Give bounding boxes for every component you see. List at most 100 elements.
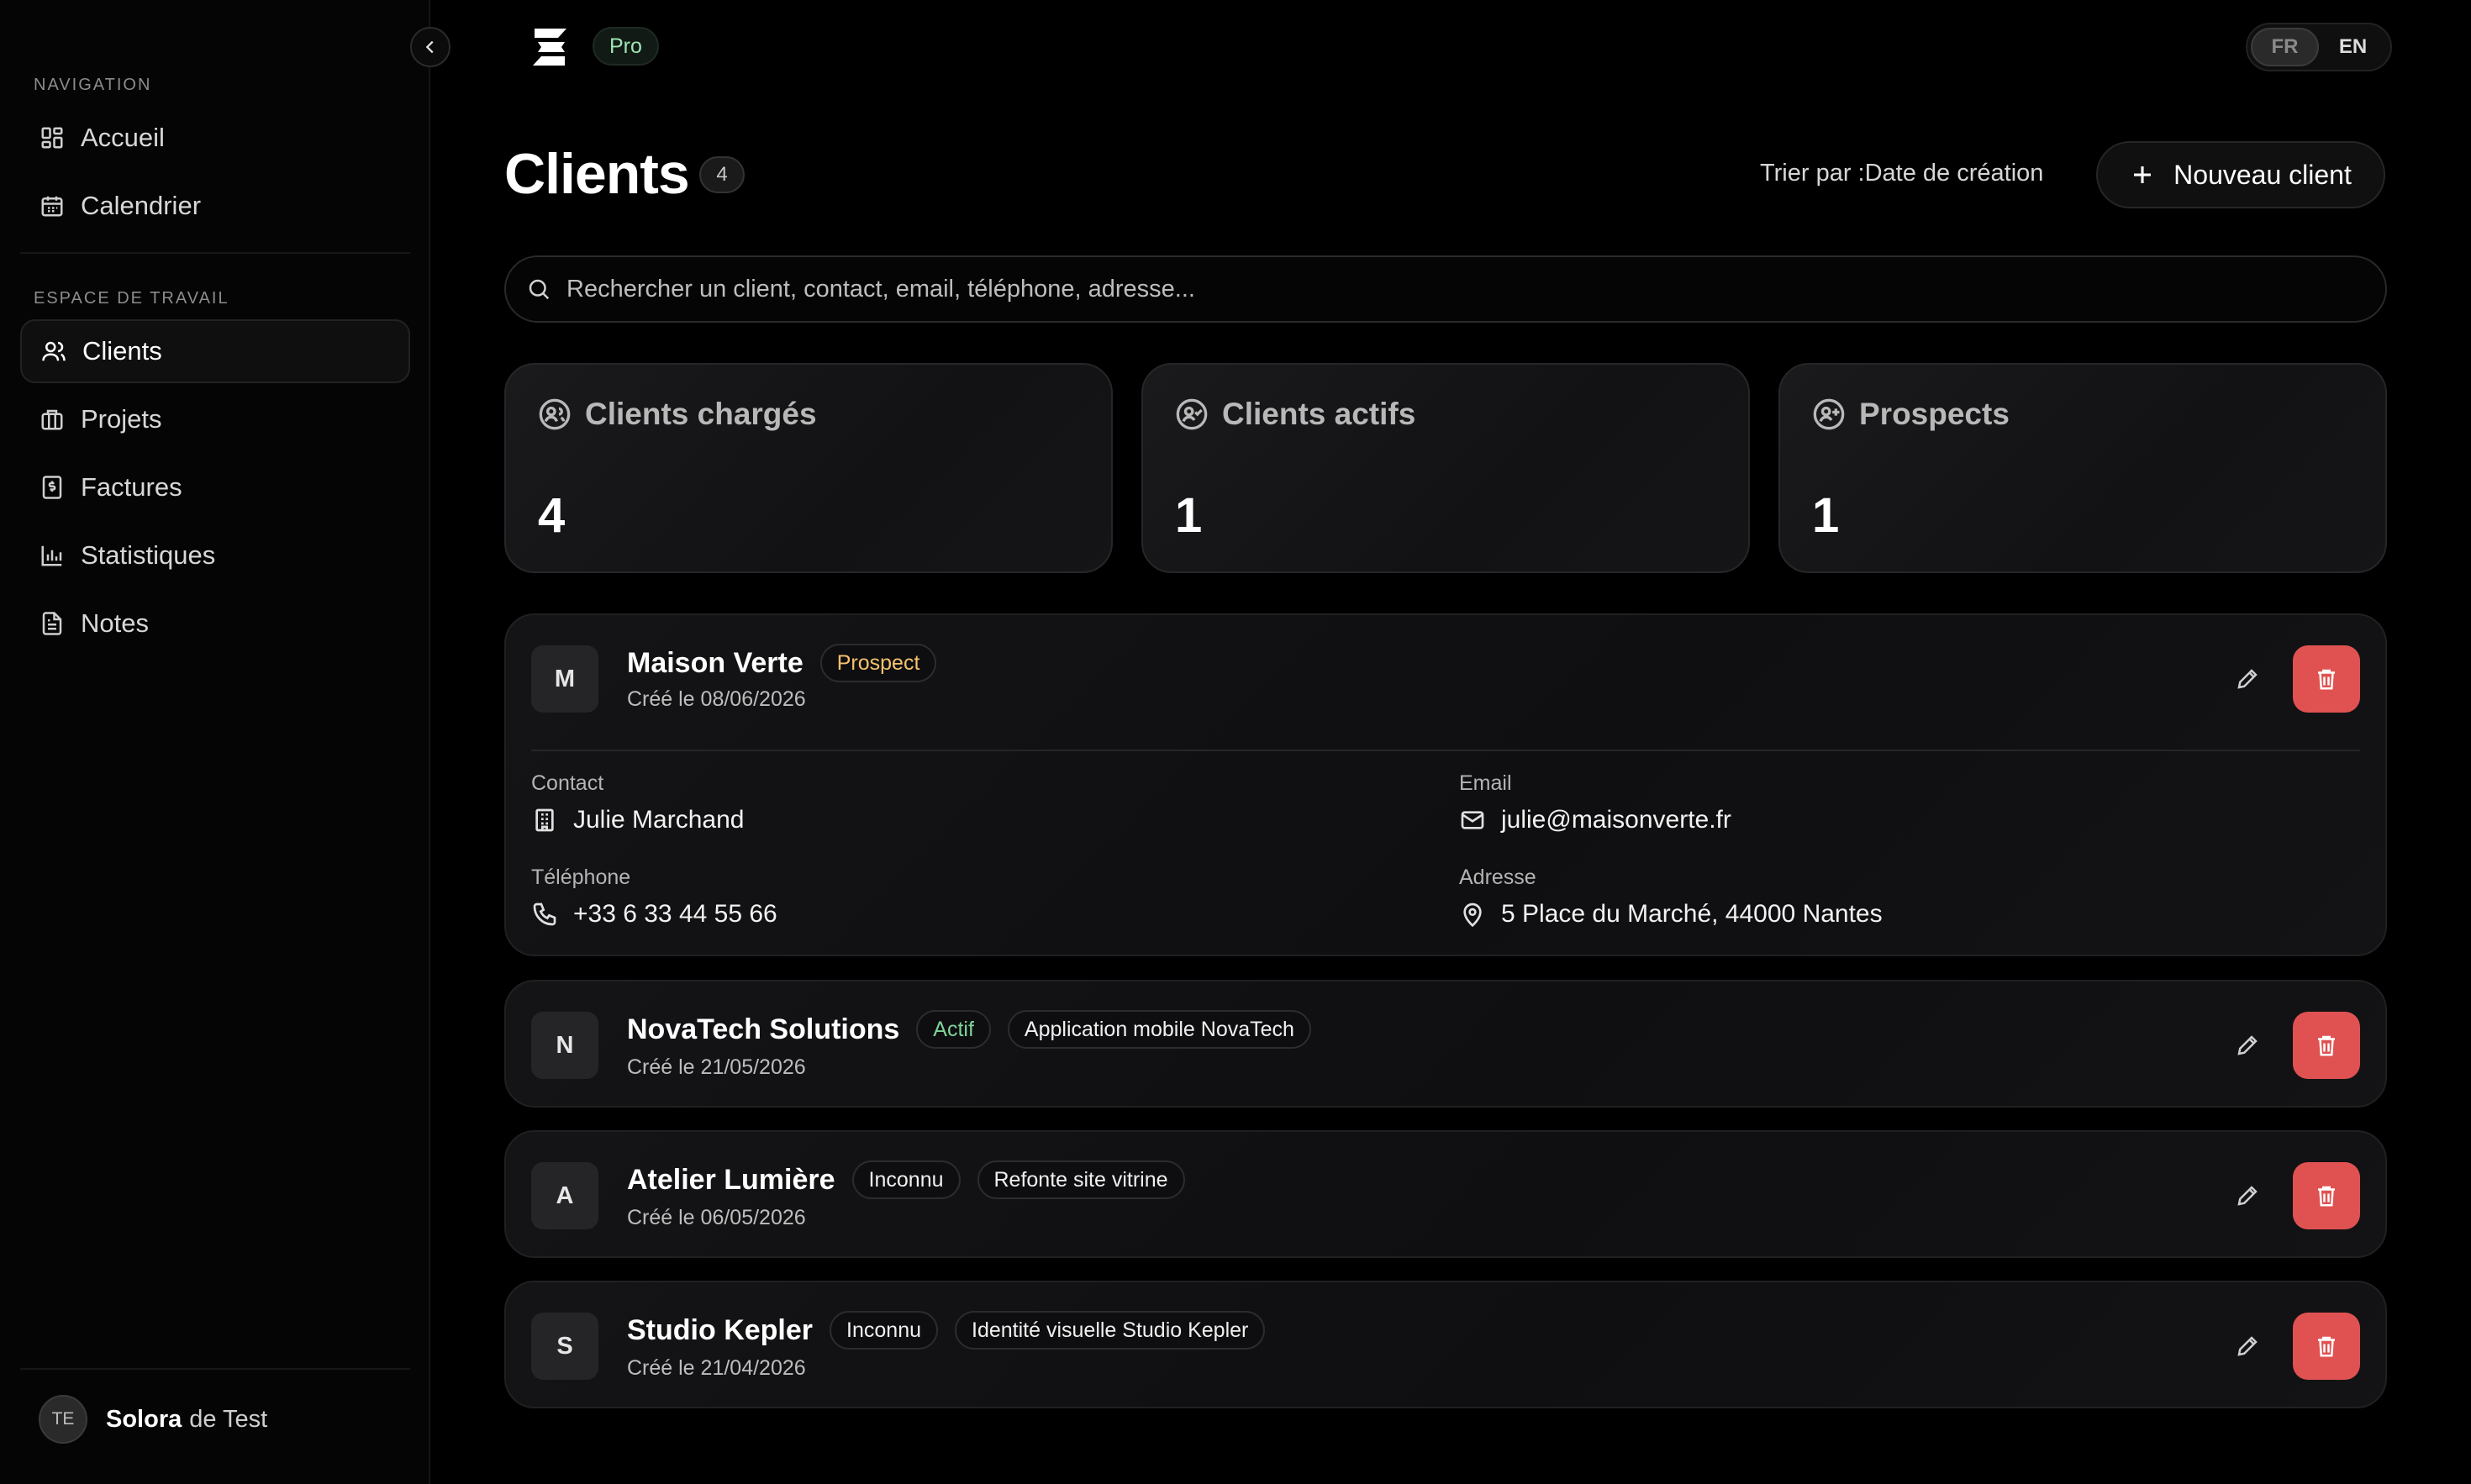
note-icon — [39, 610, 66, 637]
detail-email: Email julie@maisonverte.fr — [1459, 771, 1731, 834]
sidebar-item-clients[interactable]: Clients — [20, 319, 410, 383]
trash-icon — [2314, 1334, 2339, 1359]
client-card-atelier-lumiere[interactable]: A Atelier Lumière Inconnu Refonte site v… — [504, 1130, 2387, 1258]
pencil-icon — [2235, 1334, 2260, 1359]
delete-button[interactable] — [2293, 1162, 2360, 1229]
sidebar-divider — [20, 252, 410, 254]
status-badge: Actif — [916, 1010, 991, 1049]
client-avatar: M — [531, 645, 598, 713]
stat-label: Clients actifs — [1222, 397, 1416, 431]
stat-label: Prospects — [1859, 397, 2010, 431]
pencil-icon — [2235, 1033, 2260, 1058]
search-input[interactable] — [566, 275, 2385, 303]
new-client-label: Nouveau client — [2173, 159, 2352, 190]
client-name: Atelier Lumière — [627, 1163, 835, 1196]
nav-section-label: NAVIGATION — [34, 76, 152, 94]
users-circle-icon — [538, 397, 572, 431]
lang-option-fr[interactable]: FR — [2251, 28, 2320, 66]
detail-value[interactable]: +33 6 33 44 55 66 — [573, 900, 777, 929]
detail-address: Adresse 5 Place du Marché, 44000 Nantes — [1459, 866, 1883, 929]
sidebar-item-projets[interactable]: Projets — [20, 387, 410, 451]
phone-icon — [531, 901, 558, 928]
detail-label: Téléphone — [531, 866, 631, 889]
lang-option-en[interactable]: EN — [2319, 28, 2387, 66]
client-created-date: Créé le 08/06/2026 — [627, 687, 806, 711]
project-badge[interactable]: Application mobile NovaTech — [1007, 1010, 1311, 1049]
search-icon — [526, 276, 551, 302]
users-icon — [40, 338, 67, 365]
pencil-icon — [2235, 666, 2260, 692]
map-pin-icon — [1459, 901, 1486, 928]
sidebar-item-label: Factures — [81, 472, 182, 502]
detail-label: Contact — [531, 771, 604, 795]
status-badge: Inconnu — [851, 1160, 961, 1199]
sidebar-item-notes[interactable]: Notes — [20, 592, 410, 655]
sidebar-item-label: Notes — [81, 608, 149, 638]
stat-value: 1 — [1812, 488, 1840, 543]
trash-icon — [2314, 666, 2339, 692]
sidebar-item-statistiques[interactable]: Statistiques — [20, 524, 410, 587]
client-name: NovaTech Solutions — [627, 1013, 900, 1045]
project-badge[interactable]: Refonte site vitrine — [977, 1160, 1185, 1199]
language-switch[interactable]: FR EN — [2246, 23, 2392, 71]
sidebar-item-label: Calendrier — [81, 191, 202, 220]
detail-value: 5 Place du Marché, 44000 Nantes — [1501, 900, 1883, 928]
plan-badge: Pro — [593, 27, 659, 66]
delete-button[interactable] — [2293, 645, 2360, 713]
avatar: TE — [39, 1395, 87, 1444]
client-avatar: S — [531, 1313, 598, 1380]
sort-dropdown[interactable]: Trier par :Date de création — [1760, 160, 2043, 187]
workspace-section-label: ESPACE DE TRAVAIL — [34, 289, 229, 308]
sidebar-item-factures[interactable]: Factures — [20, 455, 410, 519]
client-card-novatech[interactable]: N NovaTech Solutions Actif Application m… — [504, 980, 2387, 1108]
client-name: Studio Kepler — [627, 1313, 814, 1346]
sidebar-item-accueil[interactable]: Accueil — [20, 106, 410, 170]
delete-button[interactable] — [2293, 1012, 2360, 1079]
user-profile[interactable]: TE Solora de Test — [39, 1395, 267, 1444]
sidebar-item-calendrier[interactable]: Calendrier — [20, 174, 410, 238]
detail-value[interactable]: julie@maisonverte.fr — [1501, 806, 1731, 834]
client-created-date: Créé le 21/04/2026 — [627, 1356, 806, 1380]
calendar-icon — [39, 192, 66, 219]
stat-label: Clients chargés — [585, 397, 817, 431]
client-avatar: N — [531, 1012, 598, 1079]
sidebar-item-label: Projets — [81, 404, 162, 434]
stat-card-clients-actifs: Clients actifs 1 — [1141, 363, 1750, 573]
stat-card-prospects: Prospects 1 — [1778, 363, 2387, 573]
sidebar-item-label: Accueil — [81, 123, 165, 152]
new-client-button[interactable]: Nouveau client — [2096, 141, 2385, 208]
mail-icon — [1459, 807, 1486, 834]
sidebar-item-label: Clients — [82, 336, 162, 366]
user-first-name: Solora — [106, 1405, 182, 1433]
bar-chart-icon — [39, 542, 66, 569]
collapse-sidebar-button[interactable] — [410, 27, 450, 67]
trash-icon — [2314, 1183, 2339, 1208]
edit-button[interactable] — [2227, 659, 2268, 699]
delete-button[interactable] — [2293, 1313, 2360, 1380]
client-card-maison-verte[interactable]: M Maison Verte Prospect Créé le 08/06/20… — [504, 613, 2387, 956]
detail-contact: Contact Julie Marchand — [531, 771, 744, 834]
edit-button[interactable] — [2227, 1326, 2268, 1366]
stat-value: 4 — [538, 488, 566, 543]
detail-label: Adresse — [1459, 866, 1536, 889]
user-last-name: de Test — [189, 1405, 268, 1433]
briefcase-icon — [39, 406, 66, 433]
user-plus-icon — [1812, 397, 1846, 431]
dashboard-icon — [39, 124, 66, 151]
card-divider — [531, 750, 2360, 751]
client-count-badge: 4 — [699, 156, 745, 193]
chevron-left-icon — [421, 38, 440, 56]
search-bar[interactable] — [504, 255, 2387, 323]
edit-button[interactable] — [2227, 1176, 2268, 1216]
detail-label: Email — [1459, 771, 1512, 795]
invoice-icon — [39, 474, 66, 501]
edit-button[interactable] — [2227, 1025, 2268, 1066]
logo-icon[interactable] — [526, 24, 573, 71]
client-card-studio-kepler[interactable]: S Studio Kepler Inconnu Identité visuell… — [504, 1281, 2387, 1408]
pencil-icon — [2235, 1183, 2260, 1208]
plus-icon — [2130, 162, 2155, 187]
project-badge[interactable]: Identité visuelle Studio Kepler — [955, 1311, 1266, 1350]
sidebar: NAVIGATION Accueil Calendrier ESPACE DE … — [0, 0, 430, 1484]
trash-icon — [2314, 1033, 2339, 1058]
client-name: Maison Verte — [627, 646, 803, 679]
